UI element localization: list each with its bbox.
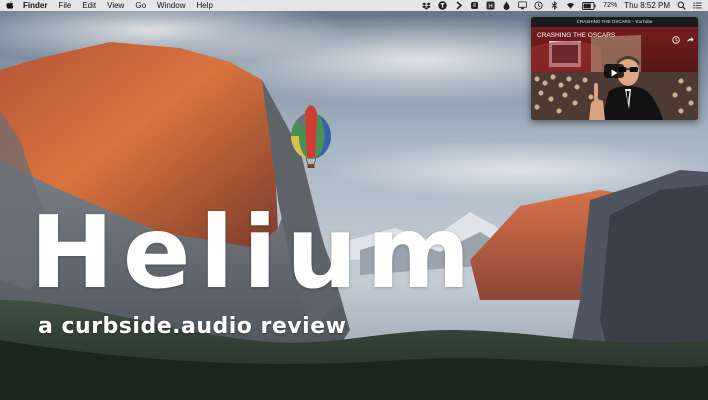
menu-app-finder[interactable]: Finder: [23, 0, 47, 11]
apple-icon[interactable]: [6, 1, 14, 10]
text-expander-icon[interactable]: [438, 1, 447, 10]
menu-edit[interactable]: Edit: [82, 0, 96, 11]
video-window-title: CRASHING THE OSCARS - YouTube: [576, 19, 653, 24]
menu-window[interactable]: Window: [157, 0, 185, 11]
overlay-subtitle: a curbside.audio review: [38, 314, 347, 339]
battery-icon[interactable]: [582, 1, 596, 10]
menu-view[interactable]: View: [107, 0, 124, 11]
evernote-icon[interactable]: [470, 1, 479, 10]
airplay-icon[interactable]: [518, 1, 528, 10]
notification-center-icon[interactable]: [693, 1, 702, 10]
drop-icon[interactable]: [502, 1, 511, 10]
video-headline: CRASHING THE OSCARS: [537, 32, 616, 39]
menu-help[interactable]: Help: [196, 0, 212, 11]
menu-bar-left: Finder File Edit View Go Window Help: [6, 0, 224, 11]
bluetooth-icon[interactable]: [550, 1, 559, 10]
time-machine-icon[interactable]: [534, 1, 543, 10]
menu-bar: Finder File Edit View Go Window Help H 7…: [0, 0, 708, 11]
svg-text:H: H: [489, 4, 493, 10]
play-icon: [611, 62, 618, 81]
play-button[interactable]: [604, 64, 624, 78]
chevron-icon[interactable]: [454, 1, 463, 10]
spotlight-icon[interactable]: [677, 1, 686, 10]
menu-file[interactable]: File: [58, 0, 71, 11]
menu-bar-right: H 72% Thu 8:52 PM: [415, 0, 702, 11]
helium-video-window[interactable]: CRASHING THE OSCARS - YouTube CRASHING T…: [531, 17, 698, 120]
helium-icon[interactable]: H: [486, 1, 495, 10]
menu-clock[interactable]: Thu 8:52 PM: [624, 0, 670, 11]
wifi-icon[interactable]: [566, 1, 575, 10]
battery-percentage: 72%: [603, 2, 618, 9]
clock-icon[interactable]: [672, 29, 680, 44]
dropbox-icon[interactable]: [422, 1, 431, 10]
overlay-title: Helium: [30, 194, 480, 311]
share-icon[interactable]: [686, 29, 694, 42]
menu-go[interactable]: Go: [135, 0, 146, 11]
